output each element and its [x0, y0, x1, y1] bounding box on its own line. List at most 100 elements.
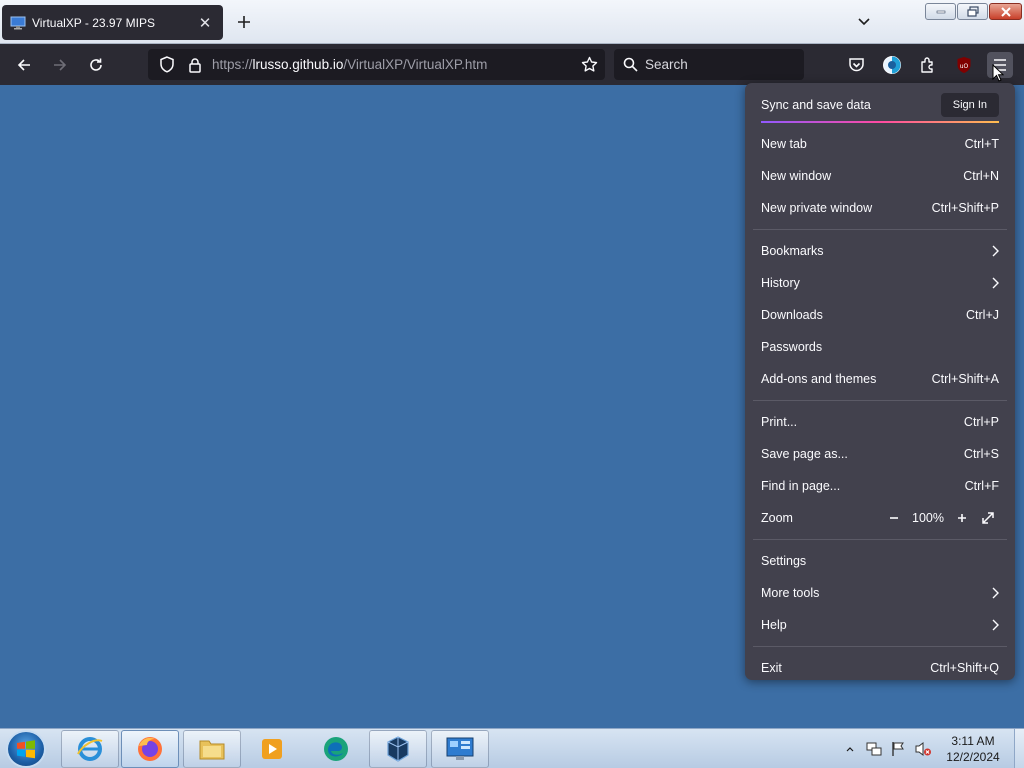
chevron-right-icon [991, 245, 999, 257]
address-bar[interactable]: https://lrusso.github.io/VirtualXP/Virtu… [148, 49, 605, 80]
search-icon [623, 57, 638, 72]
menu-item-addons[interactable]: Add-ons and themes Ctrl+Shift+A [753, 363, 1007, 395]
monitor-icon [10, 15, 26, 31]
search-input[interactable]: Search [614, 49, 804, 80]
account-icon[interactable] [879, 52, 905, 78]
action-center-flag-icon[interactable] [888, 729, 908, 768]
chevron-right-icon [991, 587, 999, 599]
extensions-icon[interactable] [915, 52, 941, 78]
pocket-icon[interactable] [843, 52, 869, 78]
sync-label: Sync and save data [761, 98, 871, 112]
menu-item-shortcut: Ctrl+T [964, 137, 999, 151]
menu-item-label: Help [761, 618, 787, 632]
menu-item-settings[interactable]: Settings [753, 545, 1007, 577]
volume-muted-icon[interactable] [912, 729, 934, 768]
lock-icon[interactable] [184, 54, 206, 76]
zoom-controls: 100% [883, 507, 999, 529]
minimize-button[interactable] [925, 3, 956, 20]
menu-item-print[interactable]: Print... Ctrl+P [753, 406, 1007, 438]
zoom-level[interactable]: 100% [905, 511, 951, 525]
ublock-origin-icon[interactable]: uO [951, 52, 977, 78]
sign-in-button[interactable]: Sign In [940, 93, 999, 117]
show-hidden-icons-icon[interactable] [843, 729, 857, 768]
zoom-in-button[interactable] [951, 507, 973, 529]
menu-item-label: Passwords [761, 340, 823, 354]
zoom-out-button[interactable] [883, 507, 905, 529]
bookmark-star-icon[interactable] [577, 53, 601, 77]
show-desktop-button[interactable] [1014, 729, 1024, 768]
tab-title: VirtualXP - 23.97 MIPS [32, 15, 155, 30]
menu-separator [753, 646, 1007, 647]
url-text[interactable]: https://lrusso.github.io/VirtualXP/Virtu… [212, 57, 577, 72]
system-clock[interactable]: 3:11 AM 12/2/2024 [936, 733, 1010, 765]
menu-item-exit[interactable]: Exit Ctrl+Shift+Q [753, 652, 1007, 684]
menu-item-shortcut: Ctrl+Shift+P [931, 201, 999, 215]
menu-item-label: New private window [761, 201, 873, 215]
menu-item-label: Print... [761, 415, 798, 429]
url-path: /VirtualXP/VirtualXP.htm [343, 57, 488, 72]
app-menu-panel: Sync and save data Sign In New tab Ctrl+… [745, 83, 1015, 680]
shield-icon[interactable] [156, 54, 178, 76]
menu-item-shortcut: Ctrl+N [963, 169, 999, 183]
menu-item-label: Zoom [761, 511, 793, 525]
start-button[interactable] [6, 730, 46, 768]
svg-text:uO: uO [960, 63, 969, 70]
tab-strip: VirtualXP - 23.97 MIPS ✕ [0, 0, 1024, 44]
menu-item-downloads[interactable]: Downloads Ctrl+J [753, 299, 1007, 331]
menu-item-label: Exit [761, 661, 782, 675]
file-explorer-icon[interactable] [183, 730, 241, 768]
menu-item-shortcut: Ctrl+Shift+Q [930, 661, 999, 675]
menu-item-save-page[interactable]: Save page as... Ctrl+S [753, 438, 1007, 470]
menu-item-label: More tools [761, 586, 820, 600]
menu-item-label: New tab [761, 137, 807, 151]
edge-icon[interactable] [307, 730, 365, 768]
clock-date: 12/2/2024 [946, 750, 1000, 764]
menu-item-new-window[interactable]: New window Ctrl+N [753, 160, 1007, 192]
menu-item-shortcut: Ctrl+F [964, 479, 999, 493]
url-scheme: https:// [212, 57, 253, 72]
new-tab-icon[interactable] [232, 10, 256, 34]
internet-explorer-icon[interactable] [61, 730, 119, 768]
reload-icon[interactable] [83, 52, 109, 78]
url-host: lrusso.github.io [252, 57, 344, 72]
menu-item-label: Save page as... [761, 447, 848, 461]
menu-item-help[interactable]: Help [753, 609, 1007, 641]
fullscreen-icon[interactable] [977, 507, 999, 529]
menu-separator [753, 539, 1007, 540]
network-icon[interactable] [864, 729, 884, 768]
menu-item-passwords[interactable]: Passwords [753, 331, 1007, 363]
menu-separator [753, 229, 1007, 230]
menu-item-label: Find in page... [761, 479, 841, 493]
forward-icon[interactable] [47, 52, 73, 78]
chevron-right-icon [991, 277, 999, 289]
close-tab-icon[interactable]: ✕ [195, 13, 215, 33]
menu-item-label: Downloads [761, 308, 823, 322]
navigation-toolbar: https://lrusso.github.io/VirtualXP/Virtu… [0, 44, 1024, 85]
menu-item-label: History [761, 276, 800, 290]
firefox-icon[interactable] [121, 730, 179, 768]
menu-item-label: Add-ons and themes [761, 372, 877, 386]
control-panel-icon[interactable] [431, 730, 489, 768]
menu-item-find-in-page[interactable]: Find in page... Ctrl+F [753, 470, 1007, 502]
chevron-down-icon[interactable] [852, 10, 876, 34]
tab-virtualxp[interactable]: VirtualXP - 23.97 MIPS ✕ [2, 5, 223, 40]
menu-item-shortcut: Ctrl+Shift+A [931, 372, 999, 386]
clock-time: 3:11 AM [951, 734, 995, 748]
menu-item-bookmarks[interactable]: Bookmarks [753, 235, 1007, 267]
menu-item-history[interactable]: History [753, 267, 1007, 299]
menu-item-zoom: Zoom 100% [753, 502, 1007, 534]
taskbar: 3:11 AM 12/2/2024 [0, 728, 1024, 768]
accent-divider [761, 121, 999, 123]
menu-item-label: New window [761, 169, 832, 183]
restore-button[interactable] [957, 3, 988, 20]
virtualbox-icon[interactable] [369, 730, 427, 768]
menu-item-new-private-window[interactable]: New private window Ctrl+Shift+P [753, 192, 1007, 224]
chevron-right-icon [991, 619, 999, 631]
sync-section: Sync and save data Sign In [753, 89, 1007, 121]
media-player-icon[interactable] [243, 730, 301, 768]
menu-item-more-tools[interactable]: More tools [753, 577, 1007, 609]
back-icon[interactable] [11, 52, 37, 78]
menu-item-new-tab[interactable]: New tab Ctrl+T [753, 128, 1007, 160]
close-window-button[interactable] [989, 3, 1022, 20]
search-placeholder: Search [645, 57, 688, 72]
